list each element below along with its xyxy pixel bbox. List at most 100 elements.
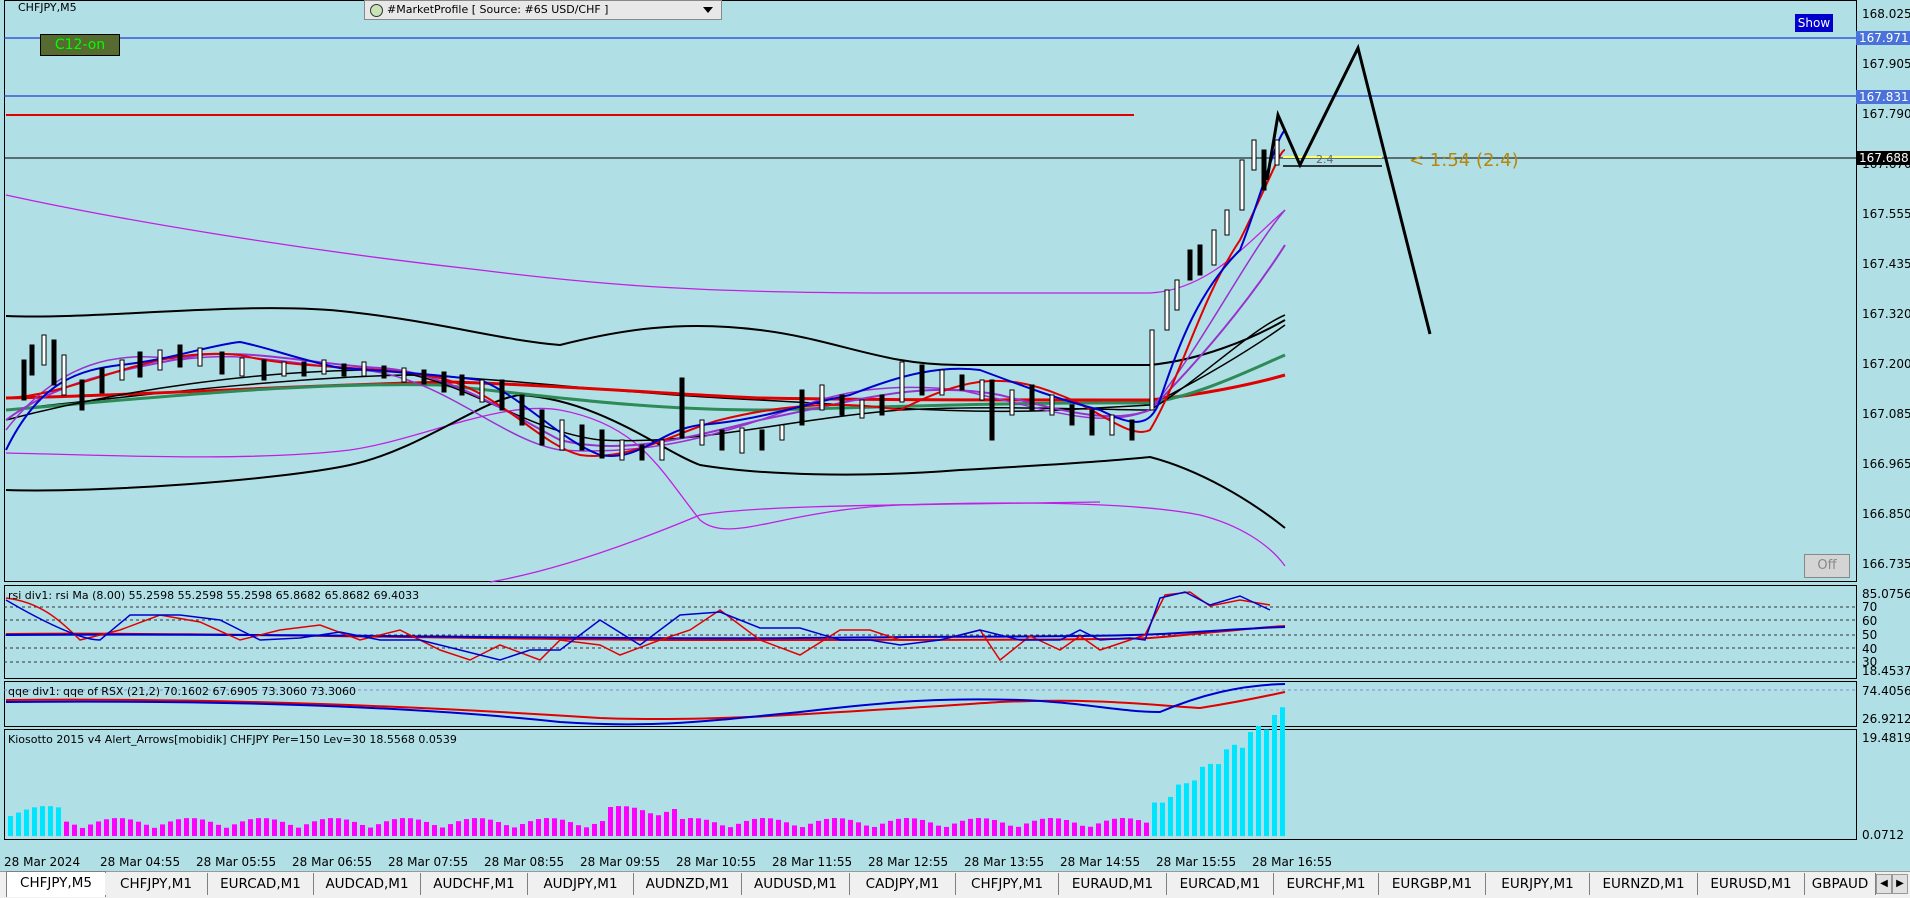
histogram-bar	[712, 822, 717, 836]
histogram-bar	[56, 807, 61, 836]
histogram-bar	[592, 823, 597, 836]
histogram-bar	[576, 825, 581, 836]
histogram-bar	[736, 823, 741, 836]
histogram-bar	[104, 819, 109, 836]
histogram-bar	[1200, 766, 1205, 836]
histogram-bar	[296, 827, 301, 836]
histogram-bar	[776, 819, 781, 836]
histogram-bar	[528, 821, 533, 836]
histogram-bar	[488, 819, 493, 836]
histogram-bar	[920, 819, 925, 836]
histogram-bar	[904, 818, 909, 836]
price-tick: 167.905	[1862, 57, 1910, 71]
histogram-bar	[232, 824, 237, 836]
tab-cadjpy-m1[interactable]: CADJPY,M1	[850, 873, 956, 895]
time-tick: 28 Mar 12:55	[868, 855, 949, 869]
qqe-label: qqe div1: qqe of RSX (21,2) 70.1602 67.6…	[8, 685, 356, 698]
histogram-bar	[880, 823, 885, 836]
tab-gbpaud[interactable]: GBPAUD	[1805, 873, 1876, 895]
histogram-bar	[520, 824, 525, 836]
tab-audusd-m1[interactable]: AUDUSD,M1	[742, 873, 850, 895]
histogram-bar	[1032, 820, 1037, 836]
histogram-bar	[392, 819, 397, 836]
tab-chfjpy-m1[interactable]: CHFJPY,M1	[105, 873, 208, 895]
histogram-bar	[448, 824, 453, 836]
histogram-bar	[1248, 732, 1253, 836]
histogram-bar	[272, 819, 277, 836]
histogram-bar	[1120, 818, 1125, 836]
histogram-bar	[832, 818, 837, 836]
histogram-bar	[1040, 818, 1045, 836]
histogram-bar	[432, 825, 437, 836]
tab-eurcad-m1-2[interactable]: EURCAD,M1	[1167, 873, 1274, 895]
histogram-bar	[1208, 763, 1213, 836]
histogram-bar	[280, 821, 285, 836]
tab-eurchf-m1[interactable]: EURCHF,M1	[1274, 873, 1379, 895]
histogram-bar	[336, 818, 341, 836]
show-button[interactable]: Show	[1795, 14, 1833, 32]
histogram-bar	[952, 823, 957, 836]
histogram-bar	[1024, 823, 1029, 836]
histogram-bar	[1192, 780, 1197, 836]
histogram-bar	[704, 819, 709, 836]
tab-chfjpy-m1-2[interactable]: CHFJPY,M1	[956, 873, 1059, 895]
tab-eurnzd-m1[interactable]: EURNZD,M1	[1590, 873, 1698, 895]
histogram-bar	[984, 818, 989, 836]
histogram-bar	[360, 824, 365, 836]
histogram-bar	[792, 825, 797, 836]
histogram-bar	[112, 818, 117, 836]
tab-eurgbp-m1[interactable]: EURGBP,M1	[1379, 873, 1486, 895]
tab-scroll-left-button[interactable]: ◀	[1876, 874, 1892, 894]
histogram-bar	[944, 826, 949, 836]
histogram-bar	[64, 821, 69, 836]
histogram-bar	[1224, 749, 1229, 836]
histogram-bar	[240, 821, 245, 836]
tab-eurcad-m1[interactable]: EURCAD,M1	[208, 873, 314, 895]
histogram-bar	[800, 827, 805, 836]
tab-chfjpy-m5[interactable]: CHFJPY,M5	[6, 871, 106, 897]
tab-eurjpy-m1[interactable]: EURJPY,M1	[1486, 873, 1590, 895]
off-button[interactable]: Off	[1804, 554, 1850, 578]
histogram-bar	[400, 818, 405, 836]
histogram-bar	[784, 822, 789, 836]
histogram-bar	[1136, 820, 1141, 836]
tab-audnzd-m1[interactable]: AUDNZD,M1	[634, 873, 742, 895]
price-tick: 167.555	[1862, 207, 1910, 221]
tab-audchf-m1[interactable]: AUDCHF,M1	[421, 873, 528, 895]
histogram-bar	[352, 821, 357, 836]
histogram-bar	[1240, 747, 1245, 836]
c12-badge[interactable]: C12-on	[40, 34, 120, 56]
histogram-bar	[160, 824, 165, 836]
histogram-bar	[1008, 825, 1013, 836]
histogram-bar	[928, 822, 933, 836]
histogram-bar	[96, 821, 101, 836]
histogram-bar	[768, 818, 773, 836]
time-tick: 28 Mar 11:55	[772, 855, 853, 869]
histogram-bar	[320, 819, 325, 836]
price-tick: 167.200	[1862, 357, 1910, 371]
histogram-bar	[1152, 802, 1157, 836]
market-profile-dropdown[interactable]: #MarketProfile [ Source: #6S USD/CHF ]	[364, 0, 722, 20]
price-highlight: 167.688	[1856, 151, 1910, 165]
tab-audjpy-m1[interactable]: AUDJPY,M1	[528, 873, 634, 895]
kiosotto-scale: 0.0712	[1862, 828, 1904, 842]
histogram-bar	[168, 821, 173, 836]
histogram-bar	[664, 811, 669, 836]
time-tick: 28 Mar 06:55	[292, 855, 373, 869]
histogram-bar	[288, 824, 293, 836]
price-tick: 166.735	[1862, 557, 1910, 571]
tab-euraud-m1[interactable]: EURAUD,M1	[1059, 873, 1167, 895]
histogram-bar	[328, 818, 333, 836]
histogram-bar	[256, 818, 261, 836]
chevron-down-icon	[703, 7, 713, 13]
tab-scroll-right-button[interactable]: ▶	[1892, 874, 1908, 894]
time-tick: 28 Mar 07:55	[388, 855, 469, 869]
price-tick: 168.025	[1862, 7, 1910, 21]
histogram-bar	[1088, 826, 1093, 836]
tab-audcad-m1[interactable]: AUDCAD,M1	[314, 873, 421, 895]
histogram-bar	[1096, 823, 1101, 836]
tab-eurusd-m1[interactable]: EURUSD,M1	[1698, 873, 1805, 895]
histogram-bar	[408, 818, 413, 836]
candlesticks	[21, 139, 1280, 461]
chart-canvas[interactable]	[0, 0, 1910, 897]
